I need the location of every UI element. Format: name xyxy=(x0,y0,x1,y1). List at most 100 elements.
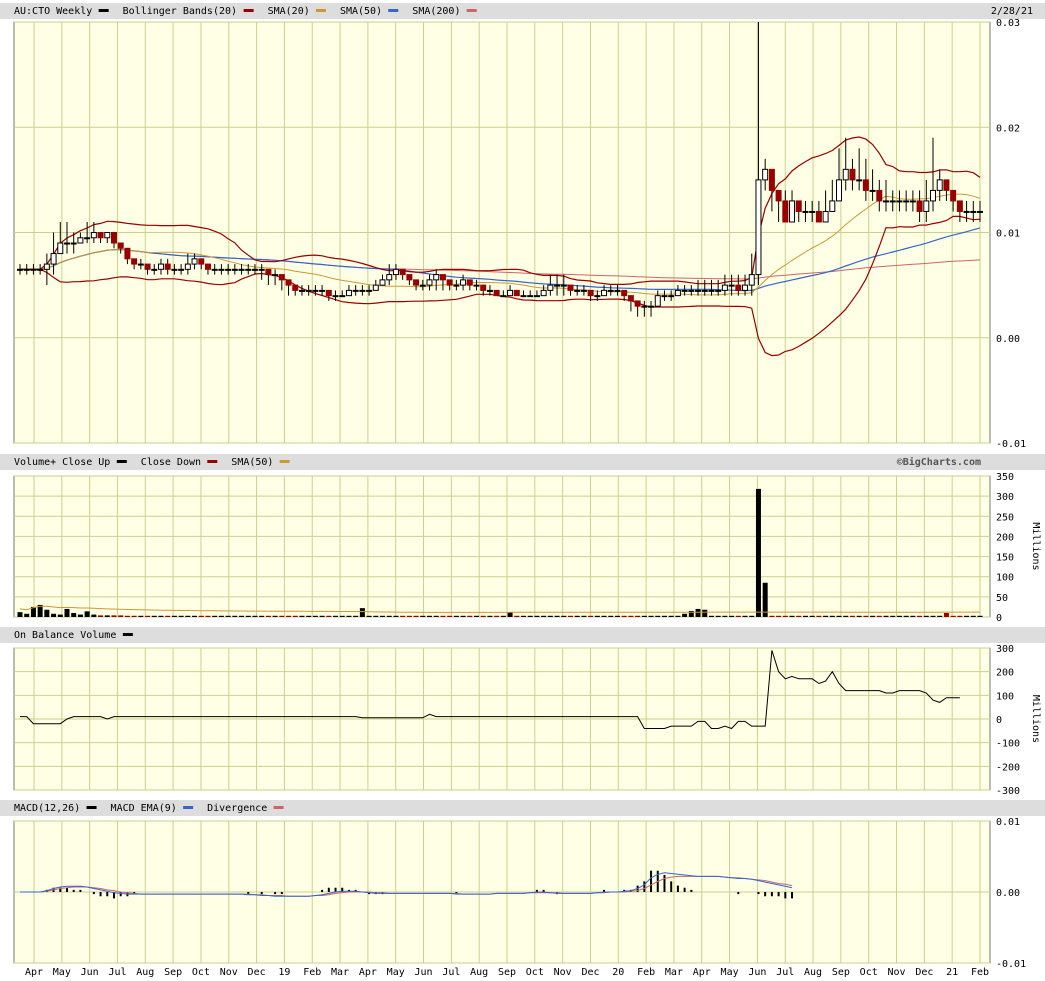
candle-body xyxy=(131,258,138,265)
volume-bar xyxy=(427,615,433,617)
candle-body xyxy=(43,263,50,270)
obv-axis-label: Millions xyxy=(1030,695,1041,743)
candle-body xyxy=(473,284,480,287)
volume-bar xyxy=(863,615,869,617)
candle-body xyxy=(500,295,507,298)
candle-body xyxy=(963,210,970,213)
volume-bar xyxy=(943,612,949,617)
candle-body xyxy=(157,263,164,270)
candle-body xyxy=(238,268,245,271)
obv-legend-swatch xyxy=(122,633,133,636)
candle-body xyxy=(285,279,292,286)
candle-body xyxy=(406,274,413,281)
volume-bar xyxy=(487,615,493,617)
volume-bar xyxy=(232,615,238,617)
x-tick-label: 21 xyxy=(946,967,958,978)
volume-bar xyxy=(346,615,352,617)
candle-body xyxy=(869,189,876,192)
candle-body xyxy=(137,263,144,266)
obv-y-tick: 200 xyxy=(996,668,1014,679)
volume-bar xyxy=(917,615,923,617)
volume-bar xyxy=(735,615,741,617)
volume-bar xyxy=(104,615,110,617)
volume-bar xyxy=(923,615,929,617)
candle-body xyxy=(124,247,131,260)
obv-y-tick: -300 xyxy=(996,786,1020,797)
x-tick-label: Jul xyxy=(776,967,794,978)
x-tick-label: Sep xyxy=(832,967,850,978)
volume-bar xyxy=(245,615,251,617)
x-tick-label: Jun xyxy=(414,967,432,978)
volume-bar xyxy=(849,615,855,617)
candle-body xyxy=(930,189,937,202)
volume-bar xyxy=(729,615,735,617)
candle-body xyxy=(815,210,822,223)
candle-body xyxy=(251,268,258,271)
volume-bar xyxy=(292,615,298,617)
volume-bar xyxy=(742,615,748,617)
x-tick-label: Apr xyxy=(359,967,377,978)
candle-body xyxy=(480,284,487,291)
volume-bar xyxy=(964,615,970,617)
candle-body xyxy=(486,289,493,292)
candle-body xyxy=(90,232,97,239)
candle-body xyxy=(923,200,930,212)
obv-y-tick: -100 xyxy=(996,739,1020,750)
volume-bar xyxy=(91,614,97,617)
candle-body xyxy=(641,305,648,308)
x-tick-label: Feb xyxy=(971,967,989,978)
candle-body xyxy=(426,279,433,286)
volume-y-tick: 0 xyxy=(996,613,1002,624)
price-legend-swatch xyxy=(98,9,109,12)
volume-bar xyxy=(789,615,795,617)
volume-bar xyxy=(641,615,647,617)
volume-bar xyxy=(903,615,909,617)
volume-bar xyxy=(124,615,130,617)
x-tick-label: Feb xyxy=(303,967,321,978)
candle-body xyxy=(768,168,775,191)
volume-bar xyxy=(547,615,553,617)
candle-body xyxy=(547,284,554,291)
volume-bar xyxy=(500,615,506,617)
candle-body xyxy=(460,279,467,286)
volume-bar xyxy=(259,615,265,617)
candle-body xyxy=(977,210,983,213)
volume-bar xyxy=(802,615,808,617)
candle-body xyxy=(446,279,453,286)
candle-body xyxy=(225,268,232,271)
volume-bar xyxy=(534,615,540,617)
candle-body xyxy=(755,179,762,276)
volume-bar xyxy=(299,615,305,617)
candle-body xyxy=(433,274,440,281)
x-tick-label: May xyxy=(387,967,405,978)
volume-bar xyxy=(57,614,63,617)
candle-body xyxy=(856,179,863,182)
volume-bar xyxy=(326,615,332,617)
volume-bar xyxy=(769,615,775,617)
candle-body xyxy=(896,200,903,203)
candle-body xyxy=(574,289,581,292)
x-tick-label: Nov xyxy=(887,967,905,978)
volume-bar xyxy=(675,615,681,617)
candle-body xyxy=(352,289,359,292)
candle-body xyxy=(231,268,238,271)
candle-body xyxy=(386,274,393,281)
candle-body xyxy=(372,284,379,291)
volume-bar xyxy=(453,615,459,617)
volume-bar xyxy=(433,615,439,617)
volume-legend-swatch xyxy=(116,460,127,463)
volume-bar xyxy=(494,615,500,617)
candle-body xyxy=(211,268,218,271)
macd-legend-label: MACD EMA(9) xyxy=(111,803,177,814)
candle-body xyxy=(936,179,943,191)
price-y-tick: 0.01 xyxy=(996,229,1020,240)
bigcharts-figure: Apr May Jun Jul Aug Sep Oct Nov Dec 19 Feb Mar Apr Ma… xyxy=(0,3,1045,978)
volume-bar xyxy=(359,608,365,617)
volume-bar xyxy=(165,615,171,617)
macd-legend-swatch xyxy=(183,806,194,809)
x-tick-label: Oct xyxy=(192,967,210,978)
price-legend-label: AU:CTO Weekly xyxy=(14,6,92,17)
candle-body xyxy=(151,268,158,271)
price-legend-swatch xyxy=(466,9,477,12)
volume-legend-swatch xyxy=(279,460,290,463)
